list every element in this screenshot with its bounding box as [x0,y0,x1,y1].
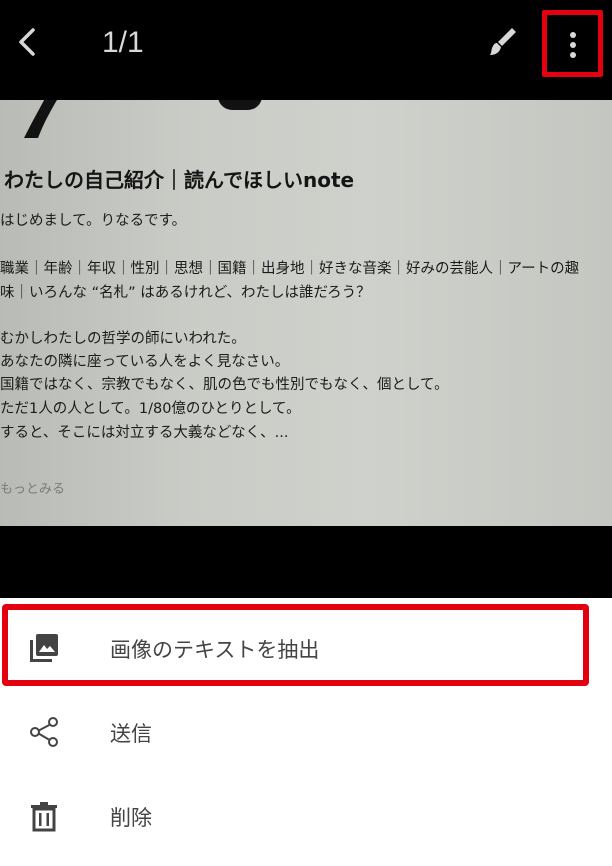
trash-icon [31,802,57,832]
highlight-box [2,604,589,686]
photo-text-line: 国籍ではなく、宗教でもなく、肌の色でも性別でもなく、個として。 [0,377,449,393]
photo-more-link: もっとみる [0,482,66,497]
photo-article-title: わたしの自己紹介｜読んでほしいnote [4,168,355,192]
photo-text-line: ただ1人の人として。1/80億のひとりとして。 [0,401,301,417]
photo-text-line: 職業｜年齢｜年収｜性別｜思想｜国籍｜出身地｜好きな音楽｜好みの芸能人｜アートの趣 [0,261,580,277]
menu-item-send[interactable]: 送信 [0,694,612,774]
more-vert-icon [570,32,576,58]
more-options-button[interactable] [542,10,603,77]
chevron-left-icon [19,28,35,56]
photo-preview: わたしの自己紹介｜読んでほしいnote はじめまして。りなるです。 職業｜年齢｜… [0,100,612,526]
brush-icon [490,28,516,55]
ink-mark [218,100,262,110]
photo-text-line: あなたの隣に座っている人をよく見なさい。 [0,354,290,370]
bottom-sheet-menu: 画像のテキストを抽出 送信 削除 [0,598,612,866]
menu-item-label: 送信 [110,722,152,746]
photo-bottom-margin [0,526,612,598]
photo-text-line: はじめまして。りなるです。 [0,213,187,229]
photo-text-line: 味｜いろんな “名札” はあるけれど、わたしは誰だろう？ [0,285,371,301]
edit-button[interactable] [482,22,522,62]
share-icon [30,717,58,747]
ink-mark [24,100,57,138]
photo-text-line: すると、そこには対立する大義などなく、... [0,425,289,441]
top-toolbar: 1/1 [0,0,612,100]
menu-item-label: 削除 [110,806,152,830]
photo-text-line: むかしわたしの哲学の師にいわれた。 [0,331,246,347]
page-counter: 1/1 [102,26,144,59]
menu-item-delete[interactable]: 削除 [0,778,612,858]
back-button[interactable] [8,22,48,62]
